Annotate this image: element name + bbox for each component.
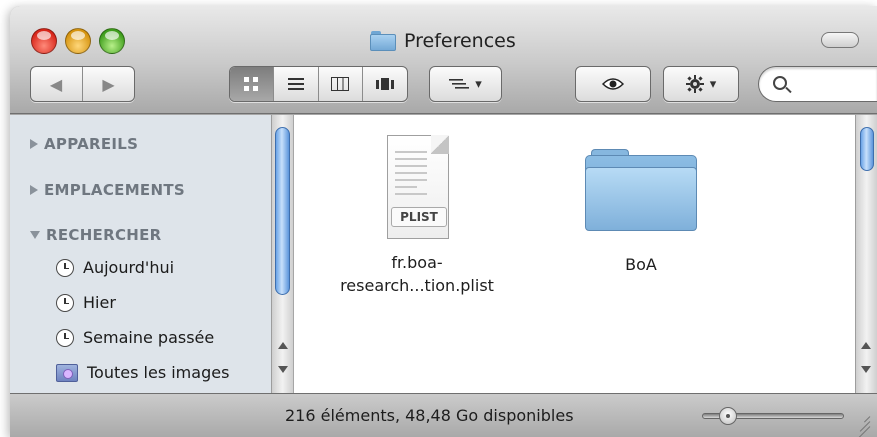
sidebar-item-label: Semaine passée <box>83 328 215 347</box>
chevron-down-icon: ▾ <box>709 76 717 92</box>
chevron-down-icon: ▾ <box>475 76 482 92</box>
section-label: EMPLACEMENTS <box>44 181 185 199</box>
scroll-down-arrow[interactable] <box>861 366 871 373</box>
scroll-down-arrow[interactable] <box>278 366 288 373</box>
clock-icon <box>56 293 74 312</box>
sidebar-item-label: Aujourd'hui <box>83 258 175 277</box>
file-item-plist[interactable]: PLIST fr.boa- research...tion.plist <box>322 135 512 297</box>
sidebar-item-label: Hier <box>83 293 116 312</box>
arrange-icon <box>449 79 470 89</box>
status-text: 216 éléments, 48,48 Go disponibles <box>285 406 574 425</box>
cover-flow-button[interactable] <box>363 67 408 101</box>
scroll-up-arrow[interactable] <box>861 342 871 349</box>
plist-file-icon: PLIST <box>383 135 451 239</box>
action-button[interactable]: ▾ <box>663 66 739 102</box>
icon-view-button[interactable] <box>229 67 274 101</box>
section-label: RECHERCHER <box>46 226 162 244</box>
folder-icon <box>370 31 396 51</box>
sidebar-scroll-thumb[interactable] <box>275 127 290 295</box>
finder-window: Preferences ◀ ▶ ▾ ▾ APPAREILS EMPLACEMEN… <box>10 6 877 437</box>
list-icon <box>287 78 304 90</box>
plist-badge: PLIST <box>391 207 447 227</box>
sidebar-item-all-images[interactable]: Toutes les images <box>56 363 229 382</box>
toolbar-toggle-button[interactable] <box>821 32 859 48</box>
section-label: APPAREILS <box>44 135 139 153</box>
columns-icon <box>331 77 350 91</box>
resize-grip-icon[interactable] <box>850 410 871 437</box>
view-mode-control <box>229 66 408 102</box>
file-item-folder[interactable]: BoA <box>556 135 726 276</box>
disclosure-right-icon <box>30 185 38 195</box>
window-title: Preferences <box>370 28 516 54</box>
file-name: fr.boa- research...tion.plist <box>340 251 494 297</box>
clock-icon <box>56 258 74 277</box>
minimize-button[interactable] <box>65 28 91 54</box>
icon-size-slider-knob[interactable] <box>718 407 737 425</box>
forward-button[interactable]: ▶ <box>83 67 135 101</box>
quick-look-button[interactable] <box>575 66 651 102</box>
search-icon <box>773 76 787 90</box>
sidebar-item-yesterday[interactable]: Hier <box>56 293 116 312</box>
window-title-text: Preferences <box>404 30 516 52</box>
eye-icon <box>602 78 624 90</box>
images-icon <box>56 363 78 382</box>
status-bar: 216 éléments, 48,48 Go disponibles <box>10 393 877 437</box>
column-view-button[interactable] <box>319 67 363 101</box>
main-scroll-thumb[interactable] <box>860 127 874 171</box>
file-name-line: research...tion.plist <box>340 276 494 295</box>
back-button[interactable]: ◀ <box>31 67 83 101</box>
zoom-button[interactable] <box>99 28 125 54</box>
file-browser: PLIST fr.boa- research...tion.plist BoA <box>294 115 877 393</box>
cover-flow-icon <box>376 78 395 90</box>
sidebar-section-appareils[interactable]: APPAREILS <box>30 135 138 153</box>
gear-icon <box>685 75 704 93</box>
folder-name: BoA <box>625 255 657 274</box>
sidebar-scrollbar[interactable] <box>271 115 293 393</box>
list-view-button[interactable] <box>274 67 319 101</box>
chevron-left-icon: ◀ <box>49 74 63 94</box>
sidebar-section-emplacements[interactable]: EMPLACEMENTS <box>30 181 185 199</box>
folder-icon <box>585 149 697 231</box>
back-forward-control: ◀ ▶ <box>30 66 135 102</box>
close-button[interactable] <box>31 28 57 54</box>
search-field[interactable] <box>758 66 877 102</box>
title-toolbar: Preferences ◀ ▶ ▾ ▾ <box>10 6 877 114</box>
disclosure-down-icon <box>30 231 40 239</box>
sidebar-item-last-week[interactable]: Semaine passée <box>56 328 214 347</box>
file-name-line: fr.boa- <box>391 253 443 272</box>
arrange-button[interactable]: ▾ <box>429 66 502 102</box>
disclosure-right-icon <box>30 139 38 149</box>
grid-icon <box>244 77 259 91</box>
chevron-right-icon: ▶ <box>102 74 115 94</box>
sidebar-item-today[interactable]: Aujourd'hui <box>56 258 174 277</box>
sidebar-item-label: Toutes les images <box>87 363 230 382</box>
scroll-up-arrow[interactable] <box>278 342 288 349</box>
main-scrollbar[interactable] <box>855 115 877 393</box>
sidebar-section-rechercher[interactable]: RECHERCHER <box>30 226 162 244</box>
clock-icon <box>56 328 74 347</box>
sidebar: APPAREILS EMPLACEMENTS RECHERCHER Aujour… <box>10 115 293 393</box>
